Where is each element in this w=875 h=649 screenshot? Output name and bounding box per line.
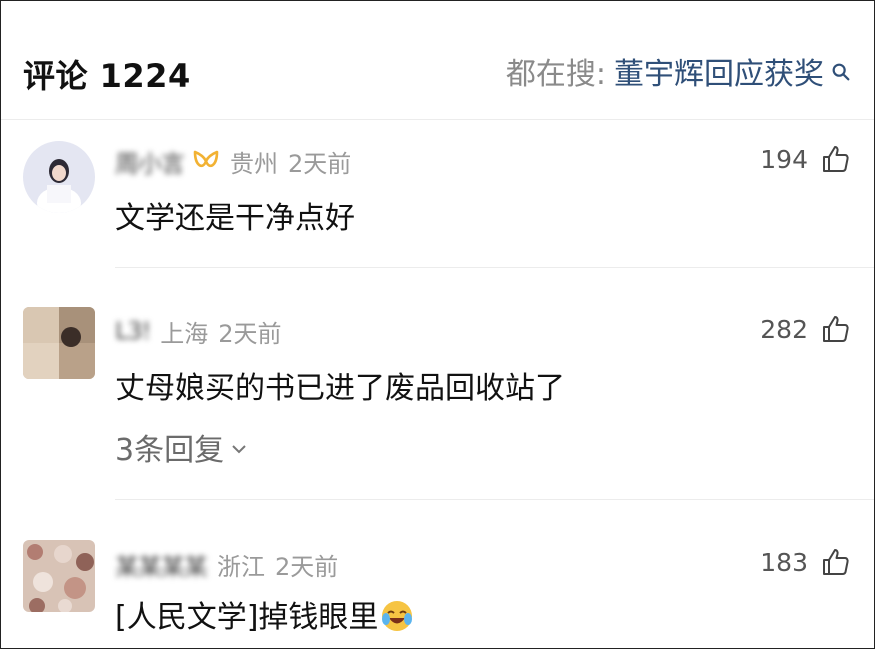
comment-header: 评论 1224 都在搜: 董宇辉回应获奖: [1, 1, 874, 120]
thumbs-up-icon[interactable]: [820, 546, 852, 578]
location: 贵州: [230, 149, 278, 178]
comment-text-content: [人民文学]掉钱眼里: [115, 600, 379, 635]
avatar[interactable]: [23, 540, 95, 612]
timestamp: 2天前: [218, 319, 282, 348]
like-button[interactable]: 194: [760, 143, 852, 175]
divider: [115, 499, 874, 500]
comment-meta: 某某某某 浙江 2天前: [115, 544, 338, 584]
avatar[interactable]: [23, 141, 95, 213]
avatar-image: [23, 307, 95, 379]
vip-badge-icon: [193, 150, 219, 168]
username[interactable]: L3!: [115, 317, 151, 345]
chevron-down-icon: [232, 445, 246, 454]
like-button[interactable]: 282: [760, 313, 852, 345]
search-term[interactable]: 董宇辉回应获奖: [614, 49, 824, 93]
search-icon[interactable]: [830, 61, 852, 83]
trending-search-link[interactable]: 都在搜: 董宇辉回应获奖: [506, 49, 852, 93]
comment-text: [人民文学]掉钱眼里: [115, 592, 414, 636]
view-replies-button[interactable]: 3条回复: [115, 425, 248, 469]
timestamp: 2天前: [275, 552, 339, 581]
thumbs-up-icon[interactable]: [820, 313, 852, 345]
comment-count-title: 评论 1224: [23, 57, 191, 95]
like-count: 282: [760, 314, 808, 344]
comment-meta: L3! 上海 2天前: [115, 311, 282, 351]
like-button[interactable]: 183: [760, 546, 852, 578]
username[interactable]: 某某某某: [115, 547, 208, 582]
timestamp: 2天前: [288, 149, 352, 178]
thumbs-up-icon[interactable]: [820, 143, 852, 175]
like-count: 183: [760, 547, 808, 577]
comment-text: 文学还是干净点好: [115, 201, 355, 236]
like-count: 194: [760, 144, 808, 174]
replies-count: 3条回复: [115, 433, 225, 468]
avatar-image: [23, 540, 95, 612]
crying-laughing-emoji-icon: [382, 601, 413, 631]
location: 浙江: [217, 552, 265, 581]
avatar[interactable]: [23, 307, 95, 379]
comment-meta: 周小言 贵州 2天前: [115, 141, 351, 181]
avatar-image: [23, 141, 95, 213]
divider: [115, 267, 874, 268]
comment-panel: 评论 1224 都在搜: 董宇辉回应获奖 周小言 贵州 2天前 194 文学还是…: [0, 0, 875, 649]
search-prefix: 都在搜:: [505, 57, 606, 92]
username[interactable]: 周小言: [115, 144, 185, 179]
comment-text: 丈母娘买的书已进了废品回收站了: [115, 371, 565, 406]
location: 上海: [160, 319, 209, 348]
